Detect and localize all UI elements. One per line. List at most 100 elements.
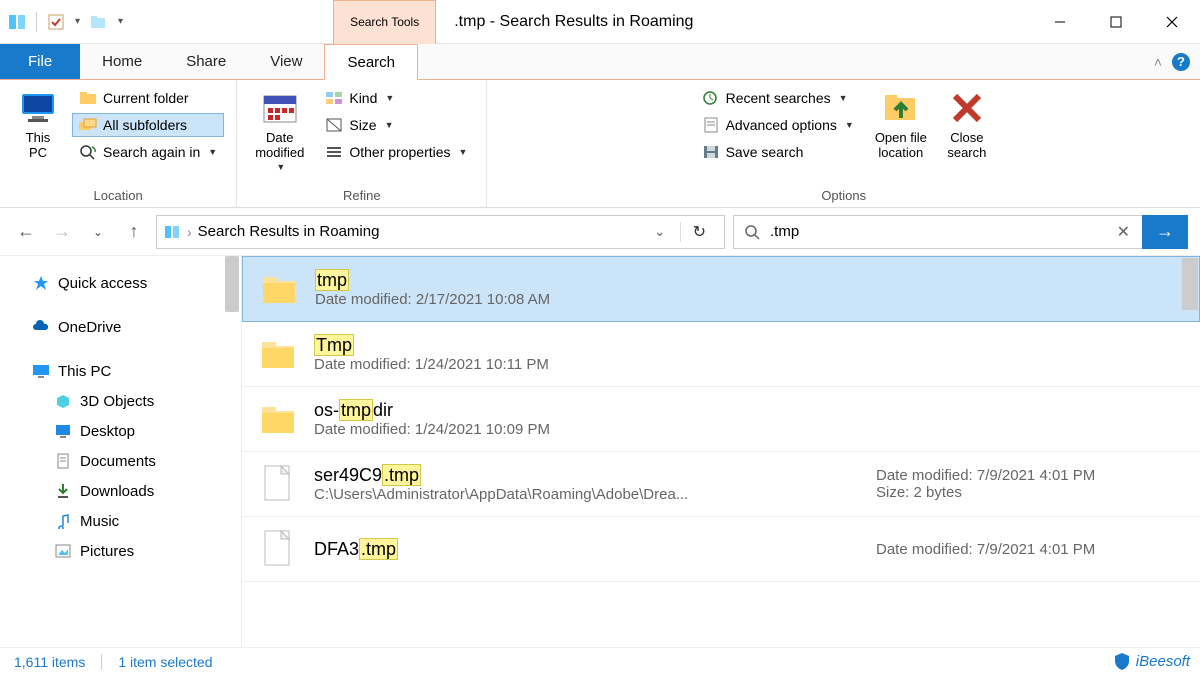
tab-home[interactable]: Home: [80, 44, 164, 79]
results-list: tmpDate modified: 2/17/2021 10:08 AMTmpD…: [242, 256, 1200, 647]
qat-customize-icon[interactable]: ▾: [114, 16, 127, 27]
search-again-icon: [79, 143, 97, 161]
dropdown-icon: ▼: [276, 162, 285, 172]
date-modified-button[interactable]: Date modified ▼: [249, 84, 310, 176]
pc-icon: [32, 362, 50, 380]
sidebar-item-music[interactable]: Music: [4, 506, 237, 536]
separator: [101, 654, 102, 670]
breadcrumb-sep-icon: ›: [187, 224, 192, 240]
refresh-button[interactable]: ↻: [680, 222, 718, 242]
sidebar-item-quick-access[interactable]: Quick access: [4, 268, 237, 298]
result-name: Tmp: [314, 335, 1186, 356]
minimize-button[interactable]: [1032, 2, 1088, 42]
shield-icon: [1112, 651, 1132, 671]
recent-locations-button[interactable]: ⌄: [84, 218, 112, 246]
sidebar-item-downloads[interactable]: Downloads: [4, 476, 237, 506]
result-main: ser49C9.tmpC:\Users\Administrator\AppDat…: [314, 465, 862, 503]
result-row[interactable]: os-tmpdirDate modified: 1/24/2021 10:09 …: [242, 387, 1200, 452]
quick-access-toolbar: ▾ ▾: [0, 11, 133, 33]
close-search-button[interactable]: Close search: [941, 84, 993, 164]
sidebar-item-desktop[interactable]: Desktop: [4, 416, 237, 446]
results-scrollbar[interactable]: [1182, 258, 1198, 310]
selection-count: 1 item selected: [118, 654, 212, 670]
kind-icon: [325, 89, 343, 107]
tab-share[interactable]: Share: [164, 44, 248, 79]
result-row[interactable]: DFA3.tmp Date modified: 7/9/2021 4:01 PM: [242, 517, 1200, 582]
search-tools-contextual-tab[interactable]: Search Tools: [333, 0, 436, 44]
sidebar-item-pictures[interactable]: Pictures: [4, 536, 237, 566]
sidebar-item-this-pc[interactable]: This PC: [4, 356, 237, 386]
qat-dropdown-icon[interactable]: ▾: [71, 16, 84, 27]
file-icon: [256, 527, 300, 571]
window-title: .tmp - Search Results in Roaming: [436, 13, 1032, 31]
help-icon[interactable]: ?: [1172, 53, 1190, 71]
list-icon: [325, 143, 343, 161]
result-meta: Date modified: 7/9/2021 4:01 PMSize: 2 b…: [876, 467, 1186, 501]
result-name: DFA3.tmp: [314, 539, 862, 560]
music-icon: [54, 512, 72, 530]
result-subtext: Date modified: 1/24/2021 10:09 PM: [314, 421, 1186, 438]
dropdown-icon: ▼: [845, 120, 854, 130]
save-icon: [702, 143, 720, 161]
navigation-bar: ← → ⌄ ↑ › Search Results in Roaming ⌄ ↻ …: [0, 208, 1200, 256]
result-row[interactable]: TmpDate modified: 1/24/2021 10:11 PM: [242, 322, 1200, 387]
size-button[interactable]: Size ▼: [318, 113, 474, 137]
current-folder-button[interactable]: Current folder: [72, 86, 224, 110]
result-main: os-tmpdirDate modified: 1/24/2021 10:09 …: [314, 400, 1186, 438]
sidebar-item-onedrive[interactable]: OneDrive: [4, 312, 237, 342]
result-main: tmpDate modified: 2/17/2021 10:08 AM: [315, 270, 1185, 308]
clock-icon: [702, 89, 720, 107]
title-bar: ▾ ▾ Search Tools .tmp - Search Results i…: [0, 0, 1200, 44]
ribbon-group-refine: Date modified ▼ Kind ▼ Size ▼ Other prop…: [237, 80, 487, 207]
tab-view[interactable]: View: [248, 44, 324, 79]
result-subtext: C:\Users\Administrator\AppData\Roaming\A…: [314, 486, 862, 503]
sidebar-scrollbar[interactable]: [225, 256, 239, 312]
dropdown-icon: ▼: [839, 93, 848, 103]
result-row[interactable]: tmpDate modified: 2/17/2021 10:08 AM: [242, 256, 1200, 322]
file-icon: [256, 462, 300, 506]
advanced-options-button[interactable]: Advanced options ▼: [695, 113, 861, 137]
new-folder-icon[interactable]: [88, 11, 110, 33]
sidebar-item-documents[interactable]: Documents: [4, 446, 237, 476]
folder-open-icon: [881, 88, 921, 128]
properties-icon[interactable]: [45, 11, 67, 33]
close-button[interactable]: [1144, 2, 1200, 42]
search-go-button[interactable]: →: [1142, 215, 1188, 249]
forward-button[interactable]: →: [48, 218, 76, 246]
ribbon: This PC Current folder All subfolders Se…: [0, 80, 1200, 208]
recent-searches-button[interactable]: Recent searches ▼: [695, 86, 861, 110]
up-button[interactable]: ↑: [120, 218, 148, 246]
result-meta: Date modified: 7/9/2021 4:01 PM: [876, 541, 1186, 558]
download-icon: [54, 482, 72, 500]
save-search-button[interactable]: Save search: [695, 140, 861, 164]
open-file-location-button[interactable]: Open file location: [869, 84, 933, 164]
folders-icon: [79, 116, 97, 134]
ribbon-tabs: File Home Share View Search ˄ ?: [0, 44, 1200, 80]
address-bar[interactable]: › Search Results in Roaming ⌄ ↻: [156, 215, 725, 249]
tab-search[interactable]: Search: [324, 44, 418, 80]
search-input[interactable]: [770, 223, 1105, 240]
result-name: ser49C9.tmp: [314, 465, 862, 486]
folder-icon: [256, 397, 300, 441]
collapse-ribbon-icon[interactable]: ˄: [1154, 54, 1162, 70]
result-name: os-tmpdir: [314, 400, 1186, 421]
back-button[interactable]: ←: [12, 218, 40, 246]
status-bar: 1,611 items 1 item selected: [0, 647, 1200, 675]
sidebar-item-3d-objects[interactable]: 3D Objects: [4, 386, 237, 416]
address-dropdown-icon[interactable]: ⌄: [646, 223, 674, 240]
this-pc-button[interactable]: This PC: [12, 84, 64, 164]
navigation-pane: Quick access OneDrive This PC 3D Objects…: [0, 256, 242, 647]
kind-button[interactable]: Kind ▼: [318, 86, 474, 110]
all-subfolders-button[interactable]: All subfolders: [72, 113, 224, 137]
clear-search-icon[interactable]: ✕: [1105, 222, 1142, 242]
cloud-icon: [32, 318, 50, 336]
search-again-in-button[interactable]: Search again in ▼: [72, 140, 224, 164]
result-row[interactable]: ser49C9.tmpC:\Users\Administrator\AppDat…: [242, 452, 1200, 517]
breadcrumb[interactable]: Search Results in Roaming: [198, 223, 640, 240]
pictures-icon: [54, 542, 72, 560]
search-box: ✕ →: [733, 215, 1188, 249]
maximize-button[interactable]: [1088, 2, 1144, 42]
separator: [36, 12, 37, 32]
other-properties-button[interactable]: Other properties ▼: [318, 140, 474, 164]
tab-file[interactable]: File: [0, 44, 80, 79]
